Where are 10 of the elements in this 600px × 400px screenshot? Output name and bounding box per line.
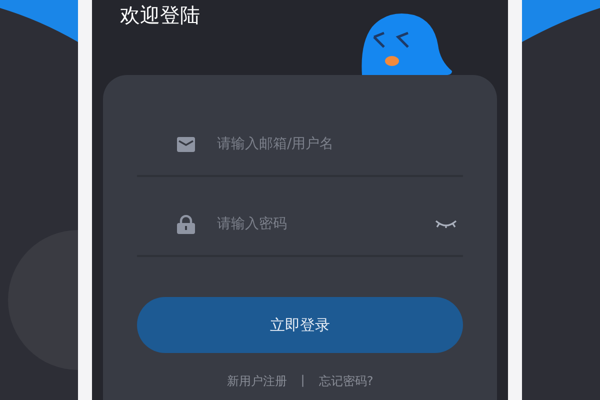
envelope-icon [177,136,195,152]
lock-icon [177,214,195,234]
input-field[interactable]: 请输入邮箱/用户名 [215,135,457,153]
input-field[interactable]: 请输入密码 [215,215,415,233]
welcome-title: 欢迎登陆 [120,2,200,29]
register-link[interactable]: 新用户注册 [226,373,287,390]
closed-eye-icon[interactable] [435,220,457,228]
forgot-password-link[interactable]: 忘记密码? [318,373,374,390]
separator-text: | [300,373,305,389]
login-button[interactable]: 立即登录 [137,297,463,353]
